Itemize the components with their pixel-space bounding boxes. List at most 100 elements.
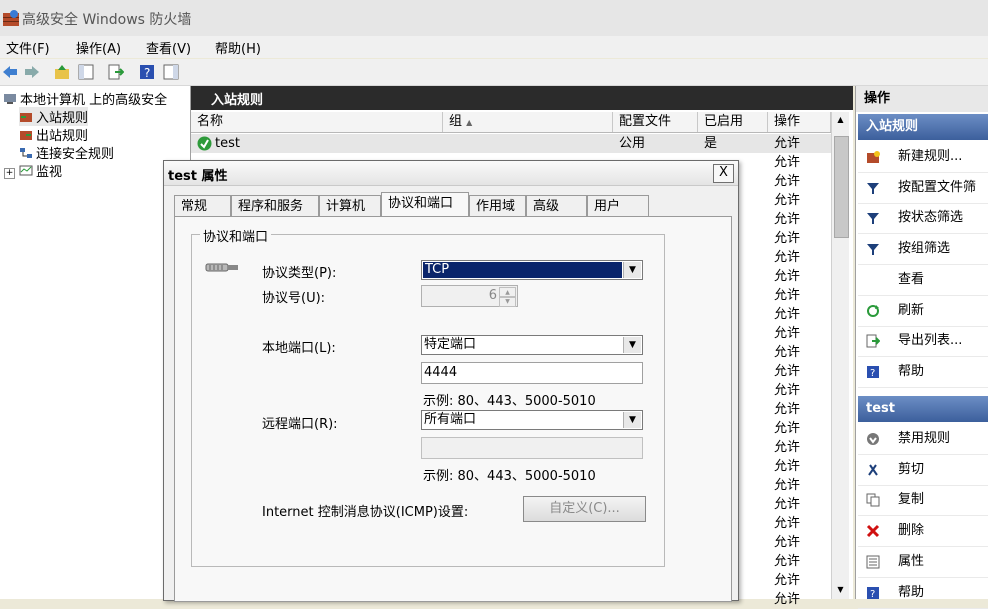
tree-item-outbound[interactable]: 出站规则 <box>19 125 88 144</box>
column-group-label: 组 <box>449 114 463 129</box>
dialog-close-button[interactable]: X <box>713 164 734 183</box>
tree-item-inbound[interactable]: 入站规则 <box>19 107 89 126</box>
export-icon <box>866 334 880 348</box>
protocol-type-label: 协议类型(P): <box>262 266 337 281</box>
tab-panel: 协议和端口 协议类型(P): TCP ▼ 协议号(U): 6 ▲ ▼ 本地端口(… <box>174 216 732 602</box>
action-item-label: 按组筛选 <box>898 241 951 257</box>
action-item[interactable]: 按组筛选 <box>858 234 988 266</box>
group-title: 协议和端口 <box>200 226 272 245</box>
action-item[interactable]: 删除 <box>858 516 988 548</box>
action-item[interactable]: 刷新 <box>858 296 988 327</box>
customize-button: 自定义(C)... <box>523 496 646 522</box>
action-item-label: 属性 <box>898 553 925 569</box>
chevron-down-icon[interactable]: ▼ <box>623 412 641 428</box>
action-item[interactable]: 导出列表... <box>858 326 988 358</box>
rule-action: 允许 <box>774 136 801 151</box>
rule-action-cell: 允许 <box>774 212 801 227</box>
back-arrow-icon[interactable] <box>2 64 18 80</box>
dialog-title-bar: test 属性 X <box>164 161 738 186</box>
chevron-down-icon[interactable]: ▼ <box>623 262 641 278</box>
tree-root[interactable]: 本地计算机 上的高级安全 <box>3 89 167 108</box>
rule-action-cell: 允许 <box>774 554 801 569</box>
scrollbar-thumb[interactable] <box>834 136 849 238</box>
show-action-pane-icon[interactable] <box>163 64 179 80</box>
rule-action-cell: 允许 <box>774 288 801 303</box>
tab-general[interactable]: 常规 <box>174 195 231 216</box>
monitor-icon <box>19 165 33 176</box>
actions-section-test[interactable]: test <box>858 396 988 422</box>
table-row[interactable]: test 公用 是 允许 <box>191 134 831 153</box>
local-port-input-value: 4444 <box>424 365 458 380</box>
action-item[interactable]: ? 帮助 <box>858 578 988 609</box>
rule-action-cell: 允许 <box>774 459 801 474</box>
scroll-up-icon[interactable]: ▲ <box>833 112 848 128</box>
action-item[interactable]: 按配置文件筛 <box>858 173 988 204</box>
tree-root-label: 本地计算机 上的高级安全 <box>20 93 168 108</box>
menu-file[interactable]: 文件(F) <box>6 38 50 57</box>
disable-icon <box>867 433 879 445</box>
actions-section-inbound[interactable]: 入站规则 <box>858 114 988 140</box>
menu-view[interactable]: 查看(V) <box>146 38 191 57</box>
rule-action-cell: 允许 <box>774 592 801 607</box>
column-name[interactable]: 名称 <box>191 112 443 132</box>
remote-port-input <box>421 437 643 459</box>
enabled-check-icon <box>197 136 212 151</box>
protocol-number-value: 6 <box>488 288 497 303</box>
vertical-scrollbar[interactable]: ▲ ▼ <box>831 112 849 599</box>
column-action[interactable]: 操作 <box>768 112 831 132</box>
local-port-input[interactable]: 4444 <box>421 362 643 384</box>
export-list-icon[interactable] <box>108 64 124 80</box>
icmp-settings-label: Internet 控制消息协议(ICMP)设置: <box>262 505 469 520</box>
expand-toggle[interactable]: + <box>4 168 15 179</box>
rule-action-cell: 允许 <box>774 383 801 398</box>
help-icon: ? <box>867 586 879 600</box>
remote-port-select[interactable]: 所有端口 ▼ <box>421 410 643 430</box>
action-item-label: 查看 <box>898 271 925 287</box>
remote-port-label: 远程端口(R): <box>262 417 338 432</box>
help-icon: ? <box>867 365 879 379</box>
inbound-rules-icon <box>20 113 32 122</box>
menu-help[interactable]: 帮助(H) <box>215 38 261 57</box>
chevron-down-icon[interactable]: ▼ <box>623 337 641 353</box>
actions-header: 操作 <box>856 86 988 112</box>
action-item-label: 帮助 <box>898 363 925 379</box>
action-item[interactable]: 属性 <box>858 547 988 578</box>
column-enabled[interactable]: 已启用 <box>698 112 768 132</box>
scroll-down-icon[interactable]: ▼ <box>833 582 848 598</box>
tab-protocols-ports[interactable]: 协议和端口 <box>381 192 469 217</box>
tree-item-inbound-label: 入站规则 <box>36 111 89 126</box>
rule-action-cell: 允许 <box>774 478 801 493</box>
local-port-select[interactable]: 特定端口 ▼ <box>421 335 643 355</box>
rule-action-cell: 允许 <box>774 250 801 265</box>
tree-item-connection-security[interactable]: 连接安全规则 <box>19 143 114 162</box>
action-item-label: 复制 <box>898 492 925 508</box>
column-profile[interactable]: 配置文件 <box>613 112 698 132</box>
help-icon[interactable]: ? <box>139 64 155 80</box>
tree-item-monitor[interactable]: + 监视 <box>4 161 62 180</box>
local-port-label: 本地端口(L): <box>262 341 336 356</box>
action-item[interactable]: ? 帮助 <box>858 357 988 388</box>
up-folder-icon[interactable] <box>54 64 70 80</box>
rule-action-cell: 允许 <box>774 402 801 417</box>
tab-users[interactable]: 用户 <box>587 195 649 216</box>
show-hide-tree-icon[interactable] <box>78 64 94 80</box>
rule-action-cell: 允许 <box>774 326 801 341</box>
connection-security-icon <box>20 148 32 158</box>
menu-action[interactable]: 操作(A) <box>76 38 121 57</box>
protocol-type-select[interactable]: TCP ▼ <box>421 260 643 280</box>
tab-scope[interactable]: 作用域 <box>469 195 526 216</box>
tab-computers[interactable]: 计算机 <box>319 195 381 216</box>
toolbar: ? <box>0 59 988 86</box>
tab-advanced[interactable]: 高级 <box>526 195 587 216</box>
action-item[interactable]: 禁用规则 <box>858 424 988 455</box>
action-item[interactable]: 新建规则... <box>858 142 988 173</box>
dialog-title: test 属性 <box>168 169 228 184</box>
column-group[interactable]: 组 ▲ <box>443 112 613 132</box>
forward-arrow-icon[interactable] <box>24 64 40 80</box>
action-item[interactable]: 复制 <box>858 485 988 517</box>
action-item[interactable]: 查看 <box>858 265 988 296</box>
action-item-label: 删除 <box>898 523 925 539</box>
tab-programs-services[interactable]: 程序和服务 <box>231 195 319 216</box>
action-item[interactable]: 剪切 <box>858 455 988 486</box>
action-item[interactable]: 按状态筛选 <box>858 203 988 235</box>
